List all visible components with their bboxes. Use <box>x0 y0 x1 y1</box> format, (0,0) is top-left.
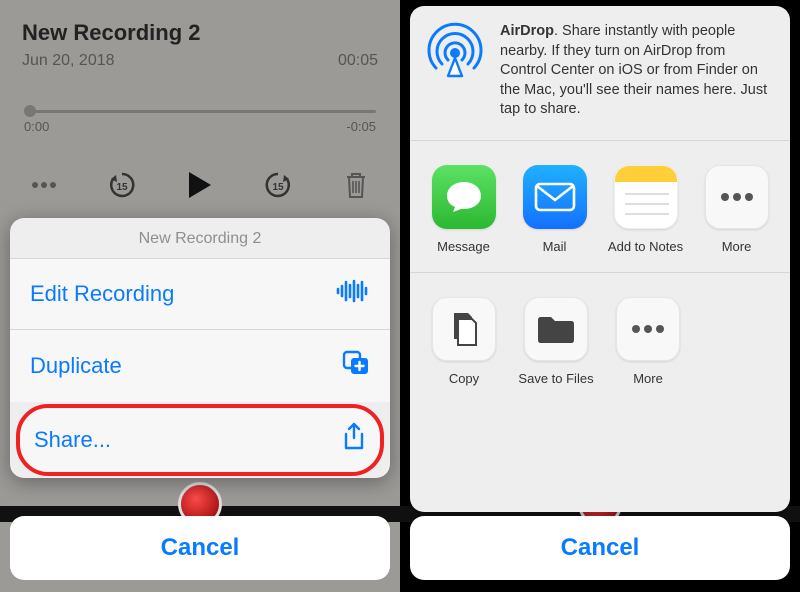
share-icon <box>342 422 366 458</box>
rewind-15-icon[interactable]: 15 <box>102 165 142 205</box>
folder-icon <box>524 297 588 361</box>
remaining-time: -0:05 <box>346 119 376 134</box>
forward-15-icon[interactable]: 15 <box>258 165 298 205</box>
app-more-label: More <box>695 239 778 254</box>
cancel-label: Cancel <box>561 534 640 561</box>
scrubber[interactable]: 0:00 -0:05 <box>24 110 376 134</box>
more-actions-icon <box>616 297 680 361</box>
action-copy-label: Copy <box>422 371 506 386</box>
share-label: Share... <box>34 427 111 453</box>
app-more[interactable]: More <box>695 165 778 254</box>
share-apps-row: Message Mail Add to Notes More <box>410 141 790 273</box>
trash-icon[interactable] <box>336 165 376 205</box>
action-copy[interactable]: Copy <box>422 297 506 386</box>
notes-icon <box>614 165 678 229</box>
action-save-files[interactable]: Save to Files <box>514 297 598 386</box>
app-mail-label: Mail <box>513 239 596 254</box>
app-message-label: Message <box>422 239 505 254</box>
more-icon[interactable] <box>24 165 64 205</box>
action-more[interactable]: More <box>606 297 690 386</box>
cancel-button[interactable]: Cancel <box>10 516 390 580</box>
sheet-title: New Recording 2 <box>10 218 390 258</box>
app-message[interactable]: Message <box>422 165 505 254</box>
app-mail[interactable]: Mail <box>513 165 596 254</box>
app-notes[interactable]: Add to Notes <box>604 165 687 254</box>
left-screenshot: New Recording 2 Jun 20, 2018 00:05 0:00 … <box>0 0 400 592</box>
cancel-label: Cancel <box>161 534 240 561</box>
message-icon <box>432 165 496 229</box>
airdrop-description: AirDrop. Share instantly with people nea… <box>500 22 776 120</box>
duplicate-item[interactable]: Duplicate <box>10 329 390 402</box>
svg-text:15: 15 <box>272 182 284 193</box>
airdrop-bold: AirDrop <box>500 23 554 39</box>
waveform-icon <box>336 279 370 309</box>
recording-duration: 00:05 <box>338 52 378 70</box>
share-item[interactable]: Share... <box>16 404 384 476</box>
edit-recording-item[interactable]: Edit Recording <box>10 258 390 329</box>
recording-header: New Recording 2 Jun 20, 2018 00:05 <box>22 20 378 70</box>
action-more-label: More <box>606 371 690 386</box>
recording-title: New Recording 2 <box>22 20 378 46</box>
playback-controls: 15 15 <box>24 165 376 205</box>
recording-date: Jun 20, 2018 <box>22 52 115 70</box>
svg-text:15: 15 <box>116 182 128 193</box>
airdrop-section[interactable]: AirDrop. Share instantly with people nea… <box>410 6 790 141</box>
edit-recording-label: Edit Recording <box>30 281 174 307</box>
play-icon[interactable] <box>180 165 220 205</box>
duplicate-label: Duplicate <box>30 353 122 379</box>
duplicate-icon <box>342 350 370 382</box>
more-apps-icon <box>705 165 769 229</box>
action-sheet: New Recording 2 Edit Recording Duplicate… <box>10 218 390 478</box>
elapsed-time: 0:00 <box>24 119 49 134</box>
share-actions-row: Copy Save to Files More <box>410 273 790 404</box>
share-sheet: AirDrop. Share instantly with people nea… <box>410 6 790 512</box>
cancel-button[interactable]: Cancel <box>410 516 790 580</box>
airdrop-icon <box>424 22 486 84</box>
mail-icon <box>523 165 587 229</box>
copy-icon <box>432 297 496 361</box>
right-screenshot: AirDrop. Share instantly with people nea… <box>400 0 800 592</box>
action-save-label: Save to Files <box>514 371 598 386</box>
app-notes-label: Add to Notes <box>604 239 687 254</box>
